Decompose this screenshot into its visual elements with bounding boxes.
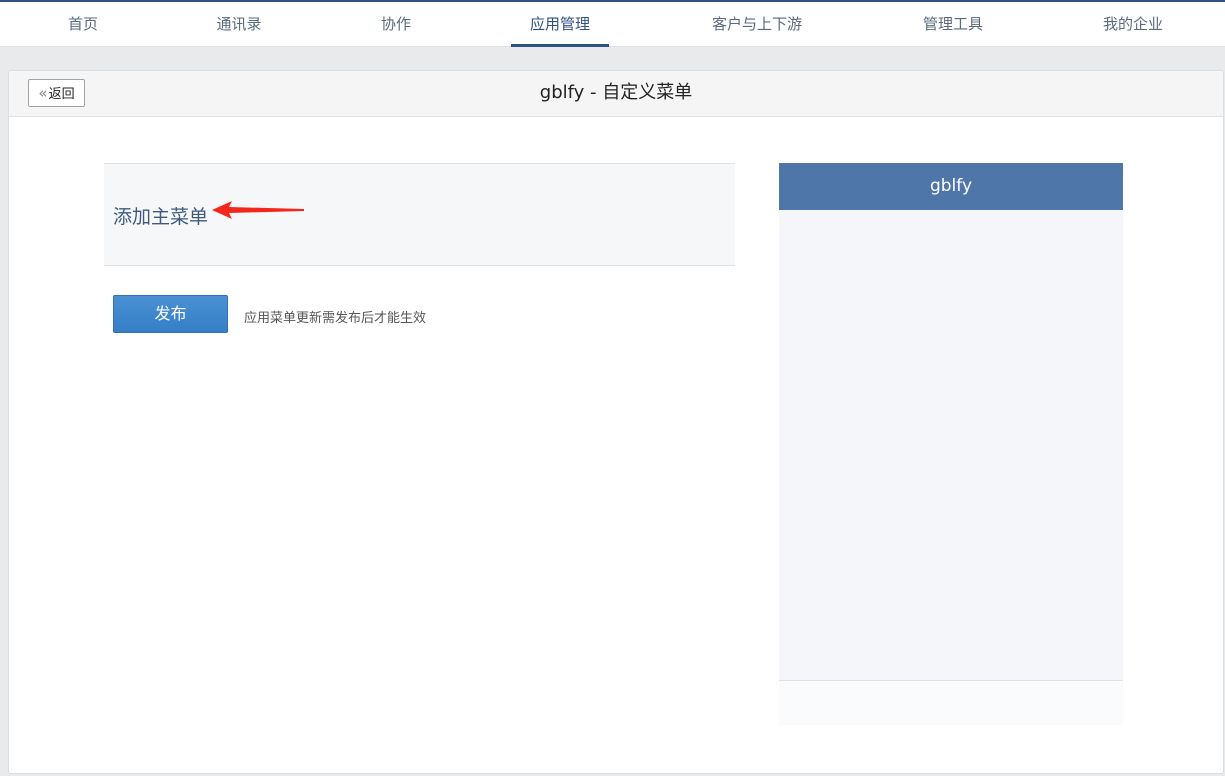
publish-hint-text: 应用菜单更新需发布后才能生效 bbox=[244, 311, 427, 326]
annotation-arrow-icon bbox=[212, 201, 304, 219]
menu-editor-area: 添加主菜单 bbox=[104, 163, 735, 266]
nav-item-app-management[interactable]: 应用管理 bbox=[511, 2, 609, 47]
page-title: gblfy - 自定义菜单 bbox=[539, 82, 693, 103]
publish-button[interactable]: 发布 bbox=[113, 295, 228, 333]
phone-preview-header: gblfy bbox=[779, 163, 1123, 210]
nav-item-admin-tools[interactable]: 管理工具 bbox=[909, 2, 997, 47]
back-button-label: 返回 bbox=[48, 87, 75, 102]
nav-item-contacts[interactable]: 通讯录 bbox=[203, 2, 275, 47]
back-button[interactable]: «返回 bbox=[28, 79, 85, 107]
top-navigation: 首页 通讯录 协作 应用管理 客户与上下游 管理工具 我的企业 bbox=[0, 2, 1225, 47]
nav-item-home[interactable]: 首页 bbox=[48, 2, 118, 47]
phone-preview-menu-bar bbox=[779, 680, 1123, 725]
double-chevron-left-icon: « bbox=[38, 84, 48, 102]
panel-header: gblfy - 自定义菜单 «返回 bbox=[9, 71, 1223, 117]
add-main-menu-link[interactable]: 添加主菜单 bbox=[113, 202, 208, 229]
nav-item-customers-partners[interactable]: 客户与上下游 bbox=[695, 2, 819, 47]
nav-item-my-enterprise[interactable]: 我的企业 bbox=[1089, 2, 1177, 47]
phone-preview: gblfy bbox=[779, 163, 1123, 725]
nav-item-collaboration[interactable]: 协作 bbox=[361, 2, 431, 47]
active-tab-underline bbox=[511, 44, 609, 47]
main-panel: gblfy - 自定义菜单 «返回 添加主菜单 发布 应用菜单更新需发布后才能生… bbox=[8, 70, 1224, 774]
